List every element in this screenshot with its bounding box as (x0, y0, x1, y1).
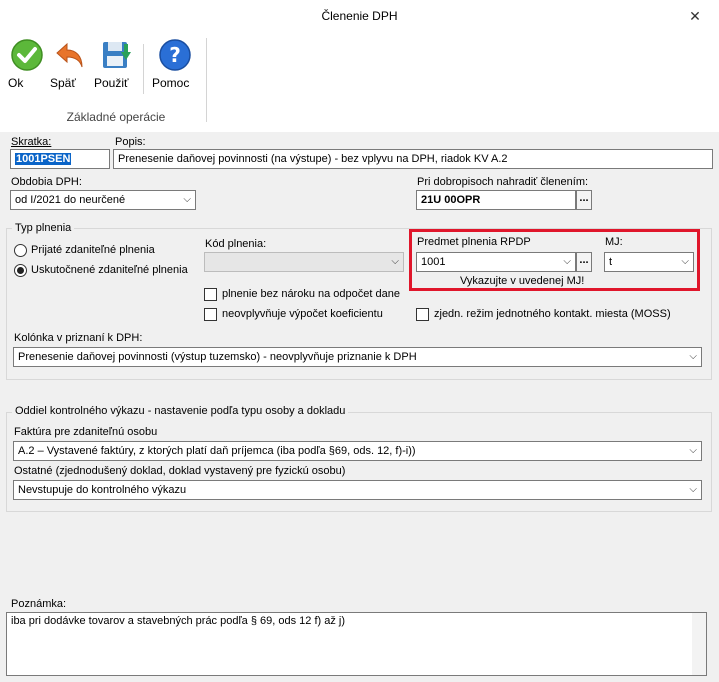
dobropis-label: Pri dobropisoch nahradiť členením: (417, 176, 589, 188)
ostatne-value: Nevstupuje do kontrolného výkazu (18, 484, 187, 496)
obdobia-value: od I/2021 do neurčené (15, 194, 126, 206)
radio-uskutocnene-label: Uskutočnené zdaniteľné plnenia (31, 264, 188, 276)
ribbon-group-separator (206, 38, 207, 122)
kod-plnenia-select[interactable]: ⌵ (204, 252, 404, 272)
obdobia-select[interactable]: od I/2021 do neurčené ⌵ (10, 190, 196, 210)
ribbon-group-caption: Základné operácie (66, 110, 166, 124)
apply-label: Použiť (94, 76, 129, 90)
help-label: Pomoc (152, 76, 190, 90)
checkbox-neovplyvnuje-label: neovplyvňuje výpočet koeficientu (222, 308, 383, 320)
dobropis-browse-button[interactable]: ... (576, 190, 592, 210)
radio-prijate[interactable] (14, 244, 27, 257)
svg-text:?: ? (169, 43, 181, 67)
highlight-box (409, 229, 700, 291)
checkbox-bez-naroku[interactable] (204, 288, 217, 301)
ostatne-label: Ostatné (zjednodušený doklad, doklad vys… (14, 465, 346, 477)
chevron-down-icon: ⌵ (689, 351, 697, 362)
popis-input[interactable]: Prenesenie daňovej povinnosti (na výstup… (113, 149, 713, 169)
checkbox-neovplyvnuje[interactable] (204, 308, 217, 321)
radio-uskutocnene[interactable] (14, 264, 27, 277)
kv-legend: Oddiel kontrolného výkazu - nastavenie p… (12, 405, 349, 417)
checkbox-bez-naroku-label: plnenie bez nároku na odpočet dane (222, 288, 400, 300)
poznamka-textarea[interactable]: iba pri dodávke tovarov a stavebných prá… (6, 612, 707, 676)
ok-label: Ok (8, 76, 24, 90)
poznamka-value: iba pri dodávke tovarov a stavebných prá… (11, 615, 346, 627)
undo-label: Späť (50, 76, 76, 90)
ok-button[interactable]: Ok (8, 38, 46, 96)
save-download-icon (103, 42, 131, 68)
obdobia-label: Obdobia DPH: (11, 176, 82, 188)
help-button[interactable]: ? Pomoc (152, 38, 198, 96)
popis-label: Popis: (115, 136, 146, 148)
kolonka-value: Prenesenie daňovej povinnosti (výstup tu… (18, 351, 417, 363)
kolonka-label: Kolónka v priznaní k DPH: (14, 332, 143, 344)
ribbon-divider (143, 44, 144, 94)
ok-check-icon (11, 39, 43, 71)
poznamka-scrollbar[interactable] (692, 613, 706, 675)
radio-prijate-label: Prijaté zdaniteľné plnenia (31, 244, 155, 256)
chevron-down-icon: ⌵ (689, 484, 697, 495)
skratka-label: Skratka: (11, 136, 52, 148)
checkbox-moss-label: zjedn. režim jednotného kontakt. miesta … (434, 308, 671, 320)
chevron-down-icon: ⌵ (689, 445, 697, 456)
typ-plnenia-legend: Typ plnenia (12, 222, 75, 234)
help-question-icon: ? (159, 39, 191, 71)
window-title: Členenie DPH (321, 9, 398, 23)
chevron-down-icon: ⌵ (183, 194, 191, 205)
chevron-down-icon: ⌵ (391, 256, 399, 267)
ostatne-select[interactable]: Nevstupuje do kontrolného výkazu ⌵ (13, 480, 702, 500)
skratka-input[interactable]: 1001PSEN (10, 149, 110, 169)
poznamka-label: Poznámka: (11, 598, 67, 610)
close-icon[interactable]: ✕ (682, 4, 708, 28)
faktura-select[interactable]: A.2 – Vystavené faktúry, z ktorých platí… (13, 441, 702, 461)
faktura-label: Faktúra pre zdaniteľnú osobu (14, 426, 158, 438)
undo-arrow-icon (56, 42, 83, 68)
apply-button[interactable]: Použiť (94, 38, 138, 96)
kolonka-select[interactable]: Prenesenie daňovej povinnosti (výstup tu… (13, 347, 702, 367)
skratka-value: 1001PSEN (15, 153, 72, 165)
kod-plnenia-label: Kód plnenia: (205, 238, 267, 250)
faktura-value: A.2 – Vystavené faktúry, z ktorých platí… (18, 445, 416, 457)
dobropis-input[interactable]: 21U 00OPR (416, 190, 576, 210)
undo-button[interactable]: Späť (50, 38, 90, 96)
checkbox-moss[interactable] (416, 308, 429, 321)
